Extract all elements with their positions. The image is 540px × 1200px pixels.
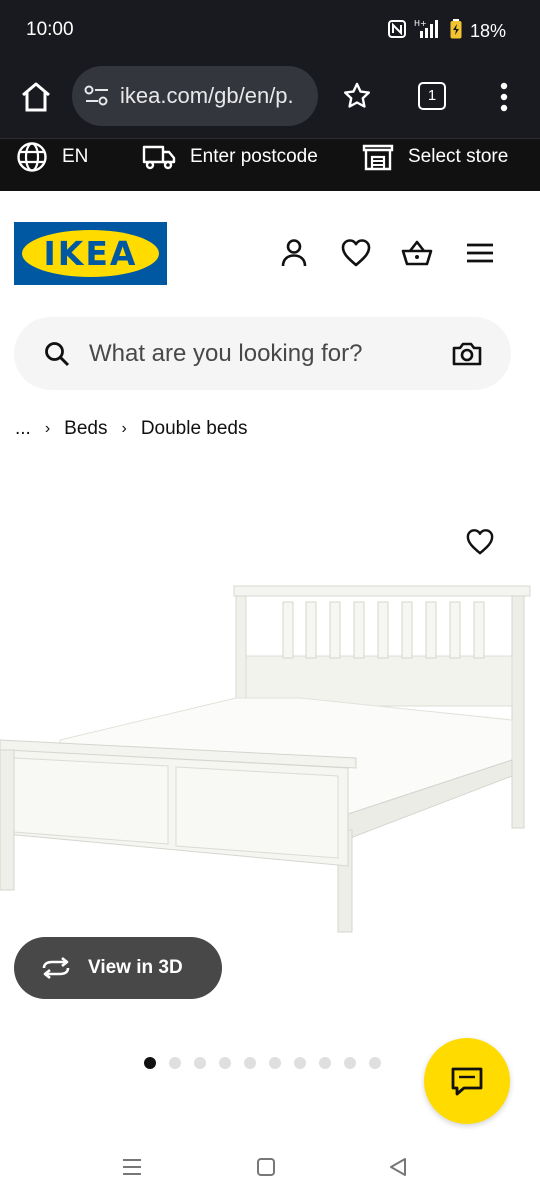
status-bar: 10:00 H+ 18%	[0, 0, 540, 62]
delivery-truck-icon	[142, 145, 176, 170]
signal-icon: H+	[414, 19, 442, 44]
carousel-dot[interactable]	[169, 1057, 181, 1069]
store-selector[interactable]: Select store	[362, 139, 508, 175]
carousel-dot[interactable]	[269, 1057, 281, 1069]
chevron-right-icon: ›	[44, 420, 51, 437]
home-icon[interactable]	[20, 80, 52, 114]
carousel-dot[interactable]	[294, 1057, 306, 1069]
system-navigation-bar	[0, 1134, 540, 1200]
person-icon[interactable]	[278, 237, 310, 269]
carousel-dot[interactable]	[144, 1057, 156, 1069]
language-selector[interactable]: EN	[16, 139, 88, 175]
view-in-3d-label: View in 3D	[88, 957, 183, 978]
rotate-3d-icon	[42, 956, 70, 980]
chat-bubble-icon	[451, 1067, 483, 1096]
store-label: Select store	[408, 146, 509, 167]
postcode-selector[interactable]: Enter postcode	[142, 139, 318, 175]
breadcrumb-item-beds[interactable]: Beds	[64, 418, 107, 440]
globe-icon	[17, 142, 47, 172]
logo-text: IKEA	[43, 234, 138, 273]
breadcrumb: ... › Beds › Double beds	[15, 418, 248, 440]
postcode-label: Enter postcode	[190, 146, 318, 167]
nfc-icon	[387, 20, 406, 43]
status-time: 10:00	[26, 19, 74, 40]
basket-icon[interactable]	[401, 237, 433, 269]
carousel-dot[interactable]	[369, 1057, 381, 1069]
logo-registered-mark	[154, 236, 161, 243]
search-placeholder: What are you looking for?	[89, 340, 363, 367]
back-icon[interactable]	[388, 1157, 408, 1182]
product-image[interactable]	[0, 580, 540, 940]
battery-icon	[450, 19, 462, 44]
carousel-dot[interactable]	[194, 1057, 206, 1069]
carousel-dot[interactable]	[244, 1057, 256, 1069]
bookmark-star-icon[interactable]	[343, 82, 371, 110]
menu-icon[interactable]	[464, 237, 496, 269]
ikea-logo[interactable]: IKEA	[14, 222, 167, 285]
breadcrumb-item-double-beds[interactable]: Double beds	[141, 418, 248, 440]
url-bar[interactable]: ikea.com/gb/en/p.	[72, 66, 318, 126]
search-input[interactable]: What are you looking for?	[14, 317, 511, 390]
chat-button[interactable]	[424, 1038, 510, 1124]
language-label: EN	[62, 146, 89, 167]
svg-text:H+: H+	[414, 19, 427, 28]
chevron-right-icon: ›	[121, 420, 127, 437]
carousel-dot[interactable]	[344, 1057, 356, 1069]
carousel-dot[interactable]	[219, 1057, 231, 1069]
url-text[interactable]: ikea.com/gb/en/p.	[120, 83, 294, 109]
add-to-favourites-heart-icon[interactable]	[465, 528, 495, 556]
carousel-dot[interactable]	[319, 1057, 331, 1069]
image-carousel-indicator	[144, 1057, 381, 1069]
site-settings-icon[interactable]	[84, 85, 110, 107]
battery-percent: 18%	[469, 21, 506, 41]
tab-count-button[interactable]: 1	[418, 82, 446, 110]
more-options-icon[interactable]	[500, 82, 508, 112]
search-icon	[44, 341, 70, 372]
utility-bar: EN Enter postcode Select store	[0, 138, 540, 191]
status-icons: H+ 18%	[387, 19, 506, 44]
store-icon	[362, 144, 394, 171]
home-button-icon[interactable]	[256, 1157, 276, 1182]
camera-icon[interactable]	[452, 341, 482, 372]
breadcrumb-ellipsis[interactable]: ...	[15, 418, 31, 440]
recent-apps-icon[interactable]	[122, 1157, 142, 1182]
view-in-3d-button[interactable]: View in 3D	[14, 937, 222, 999]
browser-toolbar: ikea.com/gb/en/p. 1	[0, 62, 540, 138]
heart-icon[interactable]	[340, 237, 372, 269]
